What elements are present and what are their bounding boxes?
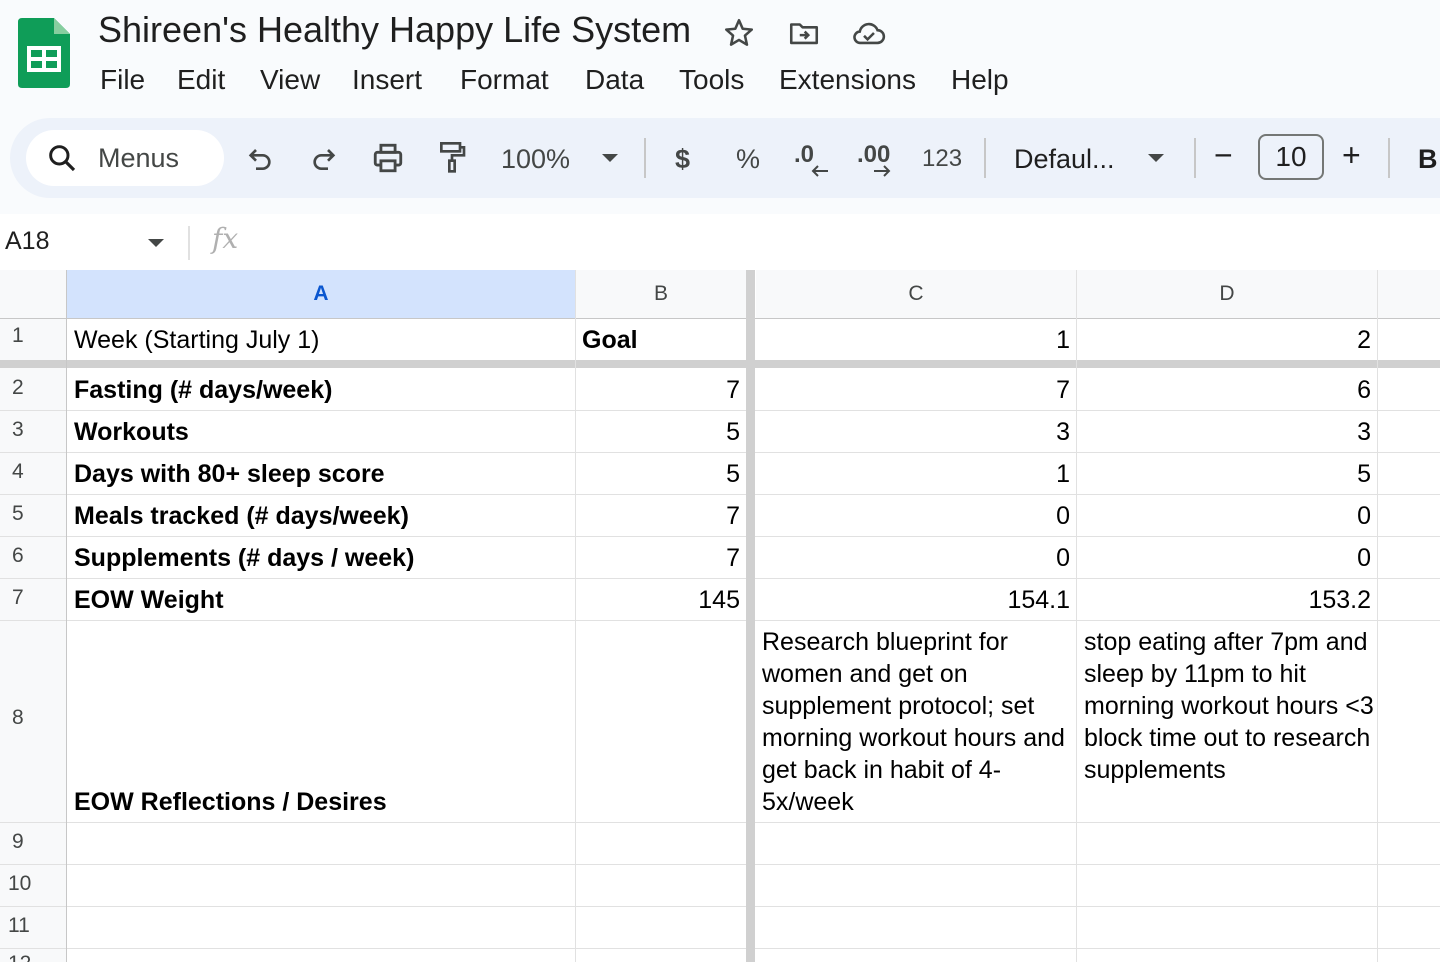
toolbar-divider xyxy=(1388,138,1390,178)
column-header-b[interactable]: B xyxy=(576,270,746,318)
cell-d2[interactable]: 6 xyxy=(1077,374,1371,406)
currency-format-button[interactable]: $ xyxy=(675,140,690,178)
number-format-button[interactable]: 123 xyxy=(922,140,962,178)
formula-input[interactable] xyxy=(250,220,1430,264)
search-label: Menus xyxy=(98,143,180,173)
paint-format-icon[interactable] xyxy=(434,138,470,178)
cell-d1[interactable]: 2 xyxy=(1077,324,1371,356)
frozen-column-divider[interactable] xyxy=(746,270,755,962)
frozen-row-divider[interactable] xyxy=(0,360,1440,368)
cell-c8[interactable]: Research blueprint for women and get on … xyxy=(762,626,1072,818)
menu-tools[interactable]: Tools xyxy=(679,60,744,100)
increase-font-size-button[interactable]: + xyxy=(1342,136,1361,174)
row-header-strip xyxy=(0,318,66,962)
menu-insert[interactable]: Insert xyxy=(352,60,422,100)
row-number[interactable]: 4 xyxy=(0,460,66,490)
name-box[interactable]: A18 xyxy=(5,224,49,258)
cell-d6[interactable]: 0 xyxy=(1077,542,1371,574)
sheets-logo-icon[interactable] xyxy=(18,18,70,88)
font-size-input[interactable]: 10 xyxy=(1258,134,1324,180)
percent-format-button[interactable]: % xyxy=(736,140,760,178)
cell-a7[interactable]: EOW Weight xyxy=(74,584,224,616)
print-icon[interactable] xyxy=(370,138,406,178)
cell-c2[interactable]: 7 xyxy=(756,374,1070,406)
zoom-value[interactable]: 100% xyxy=(501,140,570,178)
cell-c3[interactable]: 3 xyxy=(756,416,1070,448)
menu-data[interactable]: Data xyxy=(585,60,644,100)
menu-view[interactable]: View xyxy=(260,60,320,100)
decrease-font-size-button[interactable]: − xyxy=(1214,136,1233,174)
cell-b2[interactable]: 7 xyxy=(576,374,740,406)
cell-a1[interactable]: Week (Starting July 1) xyxy=(74,324,319,356)
menu-extensions[interactable]: Extensions xyxy=(779,60,916,100)
row-number[interactable]: 5 xyxy=(0,502,66,532)
menu-file[interactable]: File xyxy=(100,60,145,100)
bold-button[interactable]: B xyxy=(1418,140,1438,178)
cell-a4[interactable]: Days with 80+ sleep score xyxy=(74,458,385,490)
row-number[interactable]: 9 xyxy=(0,830,66,860)
cell-a8[interactable]: EOW Reflections / Desires xyxy=(74,786,387,818)
cell-b3[interactable]: 5 xyxy=(576,416,740,448)
row-number[interactable]: 2 xyxy=(0,376,66,406)
cell-c5[interactable]: 0 xyxy=(756,500,1070,532)
redo-icon[interactable] xyxy=(306,138,342,178)
row-number[interactable]: 3 xyxy=(0,418,66,448)
cell-b5[interactable]: 7 xyxy=(576,500,740,532)
cell-a3[interactable]: Workouts xyxy=(74,416,189,448)
menu-edit[interactable]: Edit xyxy=(177,60,225,100)
menu-format[interactable]: Format xyxy=(460,60,549,100)
toolbar-divider xyxy=(1194,138,1196,178)
cell-d3[interactable]: 3 xyxy=(1077,416,1371,448)
font-dropdown-icon[interactable] xyxy=(1138,138,1174,178)
cell-d5[interactable]: 0 xyxy=(1077,500,1371,532)
select-all-corner[interactable] xyxy=(0,270,66,318)
search-icon xyxy=(46,142,78,174)
cell-b4[interactable]: 5 xyxy=(576,458,740,490)
formula-divider xyxy=(188,226,190,260)
row-number[interactable]: 8 xyxy=(0,706,66,736)
toolbar-divider xyxy=(644,138,646,178)
row-number[interactable]: 1 xyxy=(0,324,66,354)
star-icon[interactable] xyxy=(722,16,756,50)
font-family-select[interactable]: Defaul... xyxy=(1014,140,1115,178)
document-title[interactable]: Shireen's Healthy Happy Life System xyxy=(98,8,691,52)
cell-b6[interactable]: 7 xyxy=(576,542,740,574)
row-number[interactable]: 11 xyxy=(0,914,66,944)
toolbar-divider xyxy=(984,138,986,178)
name-box-dropdown-icon[interactable] xyxy=(146,236,166,254)
cell-a5[interactable]: Meals tracked (# days/week) xyxy=(74,500,409,532)
row-number[interactable]: 6 xyxy=(0,544,66,574)
row-number[interactable]: 7 xyxy=(0,586,66,616)
cell-d4[interactable]: 5 xyxy=(1077,458,1371,490)
left-arrow-icon xyxy=(810,164,830,183)
cell-b1[interactable]: Goal xyxy=(582,324,638,356)
row-number[interactable]: 12 xyxy=(0,952,66,962)
column-header-d[interactable]: D xyxy=(1077,270,1377,318)
cell-c1[interactable]: 1 xyxy=(756,324,1070,356)
cell-c7[interactable]: 154.1 xyxy=(756,584,1070,616)
column-header-c[interactable]: C xyxy=(756,270,1076,318)
move-folder-icon[interactable] xyxy=(786,16,820,50)
sheet-grid: A B C D 1 2 3 4 5 6 7 8 9 10 11 12 Week … xyxy=(0,270,1440,962)
column-header-a[interactable]: A xyxy=(67,270,575,318)
menu-help[interactable]: Help xyxy=(951,60,1009,100)
zoom-dropdown-icon[interactable] xyxy=(592,138,628,178)
fx-icon: fx xyxy=(212,222,239,255)
cloud-saved-icon[interactable] xyxy=(850,16,886,50)
row-number[interactable]: 10 xyxy=(0,872,66,902)
cell-a6[interactable]: Supplements (# days / week) xyxy=(74,542,414,574)
undo-icon[interactable] xyxy=(242,138,278,178)
cell-d7[interactable]: 153.2 xyxy=(1077,584,1371,616)
cell-c6[interactable]: 0 xyxy=(756,542,1070,574)
cell-c4[interactable]: 1 xyxy=(756,458,1070,490)
cell-b7[interactable]: 145 xyxy=(576,584,740,616)
column-header-e[interactable] xyxy=(1378,270,1440,318)
right-arrow-icon xyxy=(872,164,892,183)
cell-a2[interactable]: Fasting (# days/week) xyxy=(74,374,332,406)
cell-d8[interactable]: stop eating after 7pm and sleep by 11pm … xyxy=(1084,626,1374,786)
